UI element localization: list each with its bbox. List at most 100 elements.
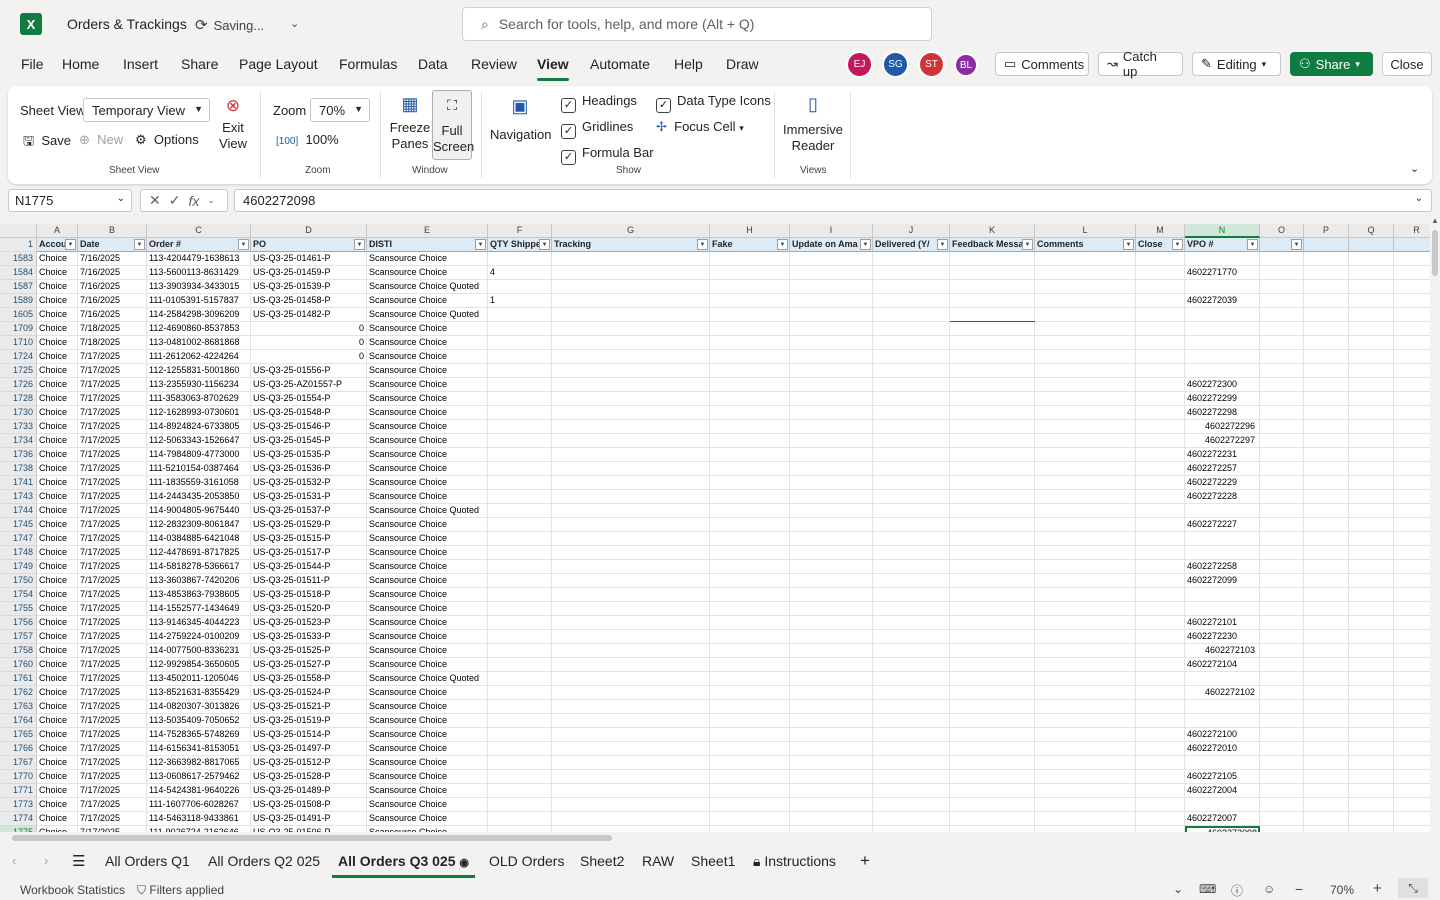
- table-cell[interactable]: [1394, 686, 1430, 700]
- table-cell[interactable]: [1136, 350, 1185, 364]
- table-cell[interactable]: [790, 630, 873, 644]
- table-cell[interactable]: [1136, 728, 1185, 742]
- row-header[interactable]: 1589: [0, 294, 37, 308]
- previous-sheet-arrow-icon[interactable]: ‹: [12, 853, 16, 868]
- table-cell[interactable]: Scansource Choice: [367, 448, 488, 462]
- table-cell[interactable]: [1304, 588, 1349, 602]
- table-cell[interactable]: [950, 406, 1035, 420]
- table-cell[interactable]: US-Q3-25-01548-P: [251, 406, 367, 420]
- table-cell[interactable]: [1260, 532, 1304, 546]
- table-cell[interactable]: [1035, 392, 1136, 406]
- table-cell[interactable]: Choice: [37, 518, 78, 532]
- table-cell[interactable]: [950, 448, 1035, 462]
- table-cell[interactable]: [1349, 672, 1394, 686]
- table-cell[interactable]: 4602272007: [1185, 812, 1260, 826]
- table-cell[interactable]: [710, 518, 790, 532]
- table-cell[interactable]: Scansource Choice: [367, 770, 488, 784]
- table-cell[interactable]: 4602272297: [1185, 434, 1260, 448]
- table-cell[interactable]: 7/17/2025: [78, 798, 147, 812]
- table-cell[interactable]: [488, 378, 552, 392]
- table-cell[interactable]: [950, 252, 1035, 266]
- table-cell[interactable]: 112-5063343-1526647: [147, 434, 251, 448]
- filter-dropdown-icon[interactable]: ▼: [697, 239, 708, 250]
- table-cell[interactable]: 113-0481002-8681868: [147, 336, 251, 350]
- row-header[interactable]: 1605: [0, 308, 37, 322]
- table-cell[interactable]: [1136, 756, 1185, 770]
- table-cell[interactable]: [552, 434, 710, 448]
- table-cell[interactable]: US-Q3-25-01489-P: [251, 784, 367, 798]
- table-cell[interactable]: [552, 574, 710, 588]
- table-cell[interactable]: [488, 518, 552, 532]
- table-cell[interactable]: [1136, 434, 1185, 448]
- vertical-scrollbar[interactable]: ▲: [1430, 216, 1440, 832]
- table-cell[interactable]: [1185, 350, 1260, 364]
- table-cell[interactable]: [1185, 588, 1260, 602]
- table-cell[interactable]: Choice: [37, 378, 78, 392]
- table-cell[interactable]: [1035, 406, 1136, 420]
- table-cell[interactable]: [1136, 406, 1185, 420]
- table-cell[interactable]: [790, 392, 873, 406]
- table-cell[interactable]: [552, 350, 710, 364]
- table-cell[interactable]: [1304, 504, 1349, 518]
- table-cell[interactable]: US-Q3-25-01508-P: [251, 798, 367, 812]
- table-cell[interactable]: [1260, 728, 1304, 742]
- table-cell[interactable]: 114-2584298-3096209: [147, 308, 251, 322]
- table-cell[interactable]: [1260, 448, 1304, 462]
- table-cell[interactable]: [1035, 714, 1136, 728]
- table-cell[interactable]: [552, 770, 710, 784]
- table-cell[interactable]: [488, 742, 552, 756]
- close-view-button[interactable]: Close: [1382, 52, 1432, 76]
- table-cell[interactable]: [1349, 784, 1394, 798]
- sheet-tab-active[interactable]: All Orders Q3 025 ◉: [331, 853, 476, 878]
- table-cell[interactable]: 1: [488, 294, 552, 308]
- table-cell[interactable]: [710, 406, 790, 420]
- table-cell[interactable]: 7/17/2025: [78, 560, 147, 574]
- table-cell[interactable]: [1394, 728, 1430, 742]
- table-cell[interactable]: Scansource Choice: [367, 574, 488, 588]
- avatar[interactable]: EJ: [846, 51, 873, 78]
- table-cell[interactable]: Scansource Choice: [367, 756, 488, 770]
- table-cell[interactable]: [552, 462, 710, 476]
- table-cell[interactable]: [1136, 700, 1185, 714]
- table-cell[interactable]: [790, 560, 873, 574]
- table-cell[interactable]: [1136, 588, 1185, 602]
- table-cell[interactable]: [1394, 350, 1430, 364]
- table-cell[interactable]: [1035, 364, 1136, 378]
- table-cell[interactable]: [1349, 630, 1394, 644]
- table-cell[interactable]: [950, 462, 1035, 476]
- table-cell[interactable]: 114-7528365-5748269: [147, 728, 251, 742]
- table-cell[interactable]: [1185, 364, 1260, 378]
- table-cell[interactable]: US-Q3-25-01458-P: [251, 294, 367, 308]
- filter-dropdown-icon[interactable]: ▼: [1172, 239, 1183, 250]
- table-cell[interactable]: 114-7984809-4773000: [147, 448, 251, 462]
- table-cell[interactable]: [950, 574, 1035, 588]
- table-cell[interactable]: [873, 266, 950, 280]
- table-cell[interactable]: [790, 364, 873, 378]
- tab-view[interactable]: View: [537, 56, 569, 81]
- tab-review[interactable]: Review: [471, 56, 517, 72]
- table-cell[interactable]: [552, 490, 710, 504]
- table-cell[interactable]: [1349, 252, 1394, 266]
- table-cell[interactable]: [950, 602, 1035, 616]
- table-cell[interactable]: [1035, 504, 1136, 518]
- table-cell[interactable]: 4602272039: [1185, 294, 1260, 308]
- table-cell[interactable]: [552, 700, 710, 714]
- avatar[interactable]: SG: [882, 51, 909, 78]
- table-cell[interactable]: [1394, 518, 1430, 532]
- table-cell[interactable]: [873, 658, 950, 672]
- table-cell[interactable]: [1136, 252, 1185, 266]
- table-cell[interactable]: [790, 700, 873, 714]
- column-header-m[interactable]: M: [1136, 224, 1185, 238]
- table-cell[interactable]: [1394, 602, 1430, 616]
- table-cell[interactable]: [1035, 742, 1136, 756]
- row-header[interactable]: 1747: [0, 532, 37, 546]
- table-cell[interactable]: Scansource Choice: [367, 714, 488, 728]
- table-cell[interactable]: [1349, 742, 1394, 756]
- editing-mode-button[interactable]: ✎ Editing ▾: [1192, 52, 1281, 76]
- column-header-r[interactable]: R: [1394, 224, 1430, 238]
- table-header-cell[interactable]: Feedback Messa ▼: [950, 238, 1035, 252]
- table-cell[interactable]: 7/17/2025: [78, 588, 147, 602]
- table-cell[interactable]: [1349, 350, 1394, 364]
- table-cell[interactable]: [790, 728, 873, 742]
- table-cell[interactable]: [790, 448, 873, 462]
